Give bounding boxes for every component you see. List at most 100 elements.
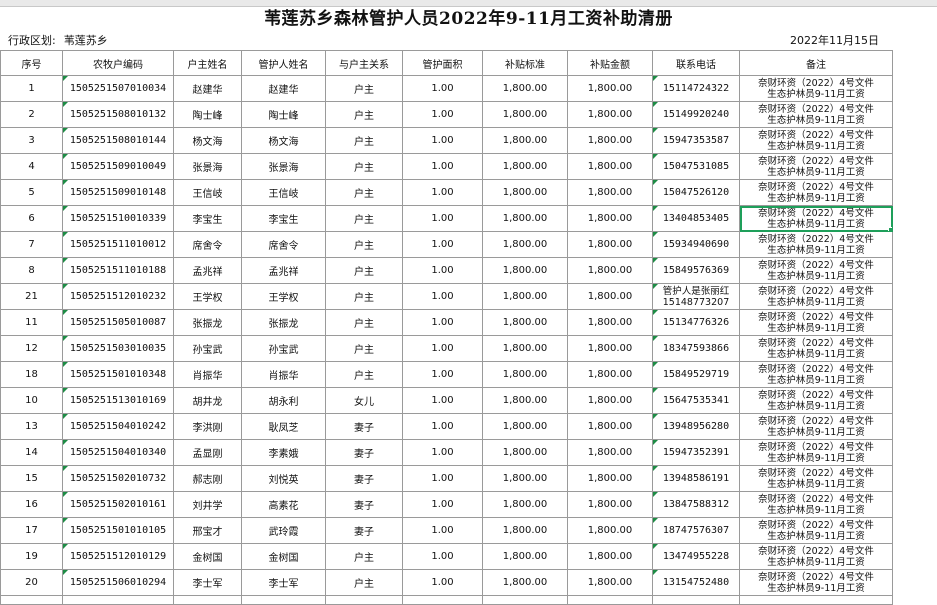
remark-cell[interactable]: 奈财环资（2022）4号文件 生态护林员9-11月工资	[739, 257, 893, 284]
standard-cell[interactable]: 1,800.00	[482, 257, 568, 284]
amount-cell[interactable]: 1,800.00	[567, 569, 653, 596]
household-code-cell[interactable]: 1505251508010132	[62, 101, 174, 128]
amount-cell[interactable]: 1,800.00	[567, 127, 653, 154]
standard-cell[interactable]: 1,800.00	[482, 439, 568, 466]
householder-name-cell[interactable]: 陶士峰	[173, 101, 242, 128]
column-header[interactable]: 补贴金额	[567, 50, 653, 76]
amount-cell[interactable]: 1,800.00	[567, 439, 653, 466]
relation-cell[interactable]: 女儿	[325, 387, 403, 414]
standard-cell[interactable]: 1,800.00	[482, 517, 568, 544]
keeper-name-cell[interactable]: 孙宝武	[241, 335, 326, 362]
empty-cell[interactable]	[402, 595, 483, 605]
area-cell[interactable]: 1.00	[402, 205, 483, 232]
standard-cell[interactable]: 1,800.00	[482, 491, 568, 518]
amount-cell[interactable]: 1,800.00	[567, 543, 653, 570]
relation-cell[interactable]: 户主	[325, 153, 403, 180]
area-cell[interactable]: 1.00	[402, 75, 483, 102]
keeper-name-cell[interactable]: 王学权	[241, 283, 326, 310]
column-header[interactable]: 管护面积	[402, 50, 483, 76]
phone-cell[interactable]: 13404853405	[652, 205, 740, 232]
relation-cell[interactable]: 户主	[325, 205, 403, 232]
empty-cell[interactable]	[62, 595, 174, 605]
phone-cell[interactable]: 13474955228	[652, 543, 740, 570]
phone-cell[interactable]: 15849576369	[652, 257, 740, 284]
household-code-cell[interactable]: 1505251502010161	[62, 491, 174, 518]
relation-cell[interactable]: 户主	[325, 543, 403, 570]
standard-cell[interactable]: 1,800.00	[482, 335, 568, 362]
amount-cell[interactable]: 1,800.00	[567, 283, 653, 310]
remark-cell[interactable]: 奈财环资（2022）4号文件 生态护林员9-11月工资	[739, 465, 893, 492]
remark-cell[interactable]: 奈财环资（2022）4号文件 生态护林员9-11月工资	[739, 387, 893, 414]
phone-cell[interactable]: 13948586191	[652, 465, 740, 492]
remark-cell[interactable]: 奈财环资（2022）4号文件 生态护林员9-11月工资	[739, 517, 893, 544]
area-cell[interactable]: 1.00	[402, 543, 483, 570]
relation-cell[interactable]: 户主	[325, 283, 403, 310]
phone-cell[interactable]: 15934940690	[652, 231, 740, 258]
empty-cell[interactable]	[739, 595, 893, 605]
household-code-cell[interactable]: 1505251501010105	[62, 517, 174, 544]
standard-cell[interactable]: 1,800.00	[482, 569, 568, 596]
keeper-name-cell[interactable]: 耿凤芝	[241, 413, 326, 440]
area-cell[interactable]: 1.00	[402, 465, 483, 492]
keeper-name-cell[interactable]: 李士军	[241, 569, 326, 596]
row-number-cell[interactable]: 13	[0, 413, 63, 440]
phone-cell[interactable]: 15647535341	[652, 387, 740, 414]
area-cell[interactable]: 1.00	[402, 179, 483, 206]
relation-cell[interactable]: 户主	[325, 257, 403, 284]
area-cell[interactable]: 1.00	[402, 257, 483, 284]
column-header[interactable]: 农牧户编码	[62, 50, 174, 76]
amount-cell[interactable]: 1,800.00	[567, 257, 653, 284]
phone-cell[interactable]: 15849529719	[652, 361, 740, 388]
phone-cell[interactable]: 15114724322	[652, 75, 740, 102]
amount-cell[interactable]: 1,800.00	[567, 361, 653, 388]
relation-cell[interactable]: 户主	[325, 101, 403, 128]
amount-cell[interactable]: 1,800.00	[567, 205, 653, 232]
standard-cell[interactable]: 1,800.00	[482, 283, 568, 310]
column-header[interactable]: 联系电话	[652, 50, 740, 76]
standard-cell[interactable]: 1,800.00	[482, 413, 568, 440]
householder-name-cell[interactable]: 孟兆祥	[173, 257, 242, 284]
standard-cell[interactable]: 1,800.00	[482, 179, 568, 206]
row-number-cell[interactable]: 8	[0, 257, 63, 284]
householder-name-cell[interactable]: 孙宝武	[173, 335, 242, 362]
amount-cell[interactable]: 1,800.00	[567, 75, 653, 102]
keeper-name-cell[interactable]: 陶士峰	[241, 101, 326, 128]
relation-cell[interactable]: 户主	[325, 179, 403, 206]
household-code-cell[interactable]: 1505251509010049	[62, 153, 174, 180]
keeper-name-cell[interactable]: 刘悦英	[241, 465, 326, 492]
householder-name-cell[interactable]: 刘井学	[173, 491, 242, 518]
remark-cell[interactable]: 奈财环资（2022）4号文件 生态护林员9-11月工资	[739, 413, 893, 440]
keeper-name-cell[interactable]: 杨文海	[241, 127, 326, 154]
relation-cell[interactable]: 户主	[325, 127, 403, 154]
householder-name-cell[interactable]: 郝志刚	[173, 465, 242, 492]
standard-cell[interactable]: 1,800.00	[482, 101, 568, 128]
keeper-name-cell[interactable]: 武玲霞	[241, 517, 326, 544]
household-code-cell[interactable]: 1505251502010732	[62, 465, 174, 492]
row-number-cell[interactable]: 11	[0, 309, 63, 336]
phone-cell[interactable]: 15149920240	[652, 101, 740, 128]
standard-cell[interactable]: 1,800.00	[482, 387, 568, 414]
keeper-name-cell[interactable]: 王信岐	[241, 179, 326, 206]
keeper-name-cell[interactable]: 金树国	[241, 543, 326, 570]
household-code-cell[interactable]: 1505251509010148	[62, 179, 174, 206]
householder-name-cell[interactable]: 席舍令	[173, 231, 242, 258]
remark-cell[interactable]: 奈财环资（2022）4号文件 生态护林员9-11月工资	[739, 491, 893, 518]
amount-cell[interactable]: 1,800.00	[567, 309, 653, 336]
householder-name-cell[interactable]: 李宝生	[173, 205, 242, 232]
amount-cell[interactable]: 1,800.00	[567, 387, 653, 414]
keeper-name-cell[interactable]: 张振龙	[241, 309, 326, 336]
household-code-cell[interactable]: 1505251501010348	[62, 361, 174, 388]
household-code-cell[interactable]: 1505251512010232	[62, 283, 174, 310]
householder-name-cell[interactable]: 杨文海	[173, 127, 242, 154]
householder-name-cell[interactable]: 王学权	[173, 283, 242, 310]
area-cell[interactable]: 1.00	[402, 153, 483, 180]
standard-cell[interactable]: 1,800.00	[482, 543, 568, 570]
household-code-cell[interactable]: 1505251511010188	[62, 257, 174, 284]
householder-name-cell[interactable]: 李洪刚	[173, 413, 242, 440]
row-number-cell[interactable]: 17	[0, 517, 63, 544]
empty-cell[interactable]	[241, 595, 326, 605]
empty-cell[interactable]	[567, 595, 653, 605]
householder-name-cell[interactable]: 邢宝才	[173, 517, 242, 544]
area-cell[interactable]: 1.00	[402, 127, 483, 154]
householder-name-cell[interactable]: 张景海	[173, 153, 242, 180]
